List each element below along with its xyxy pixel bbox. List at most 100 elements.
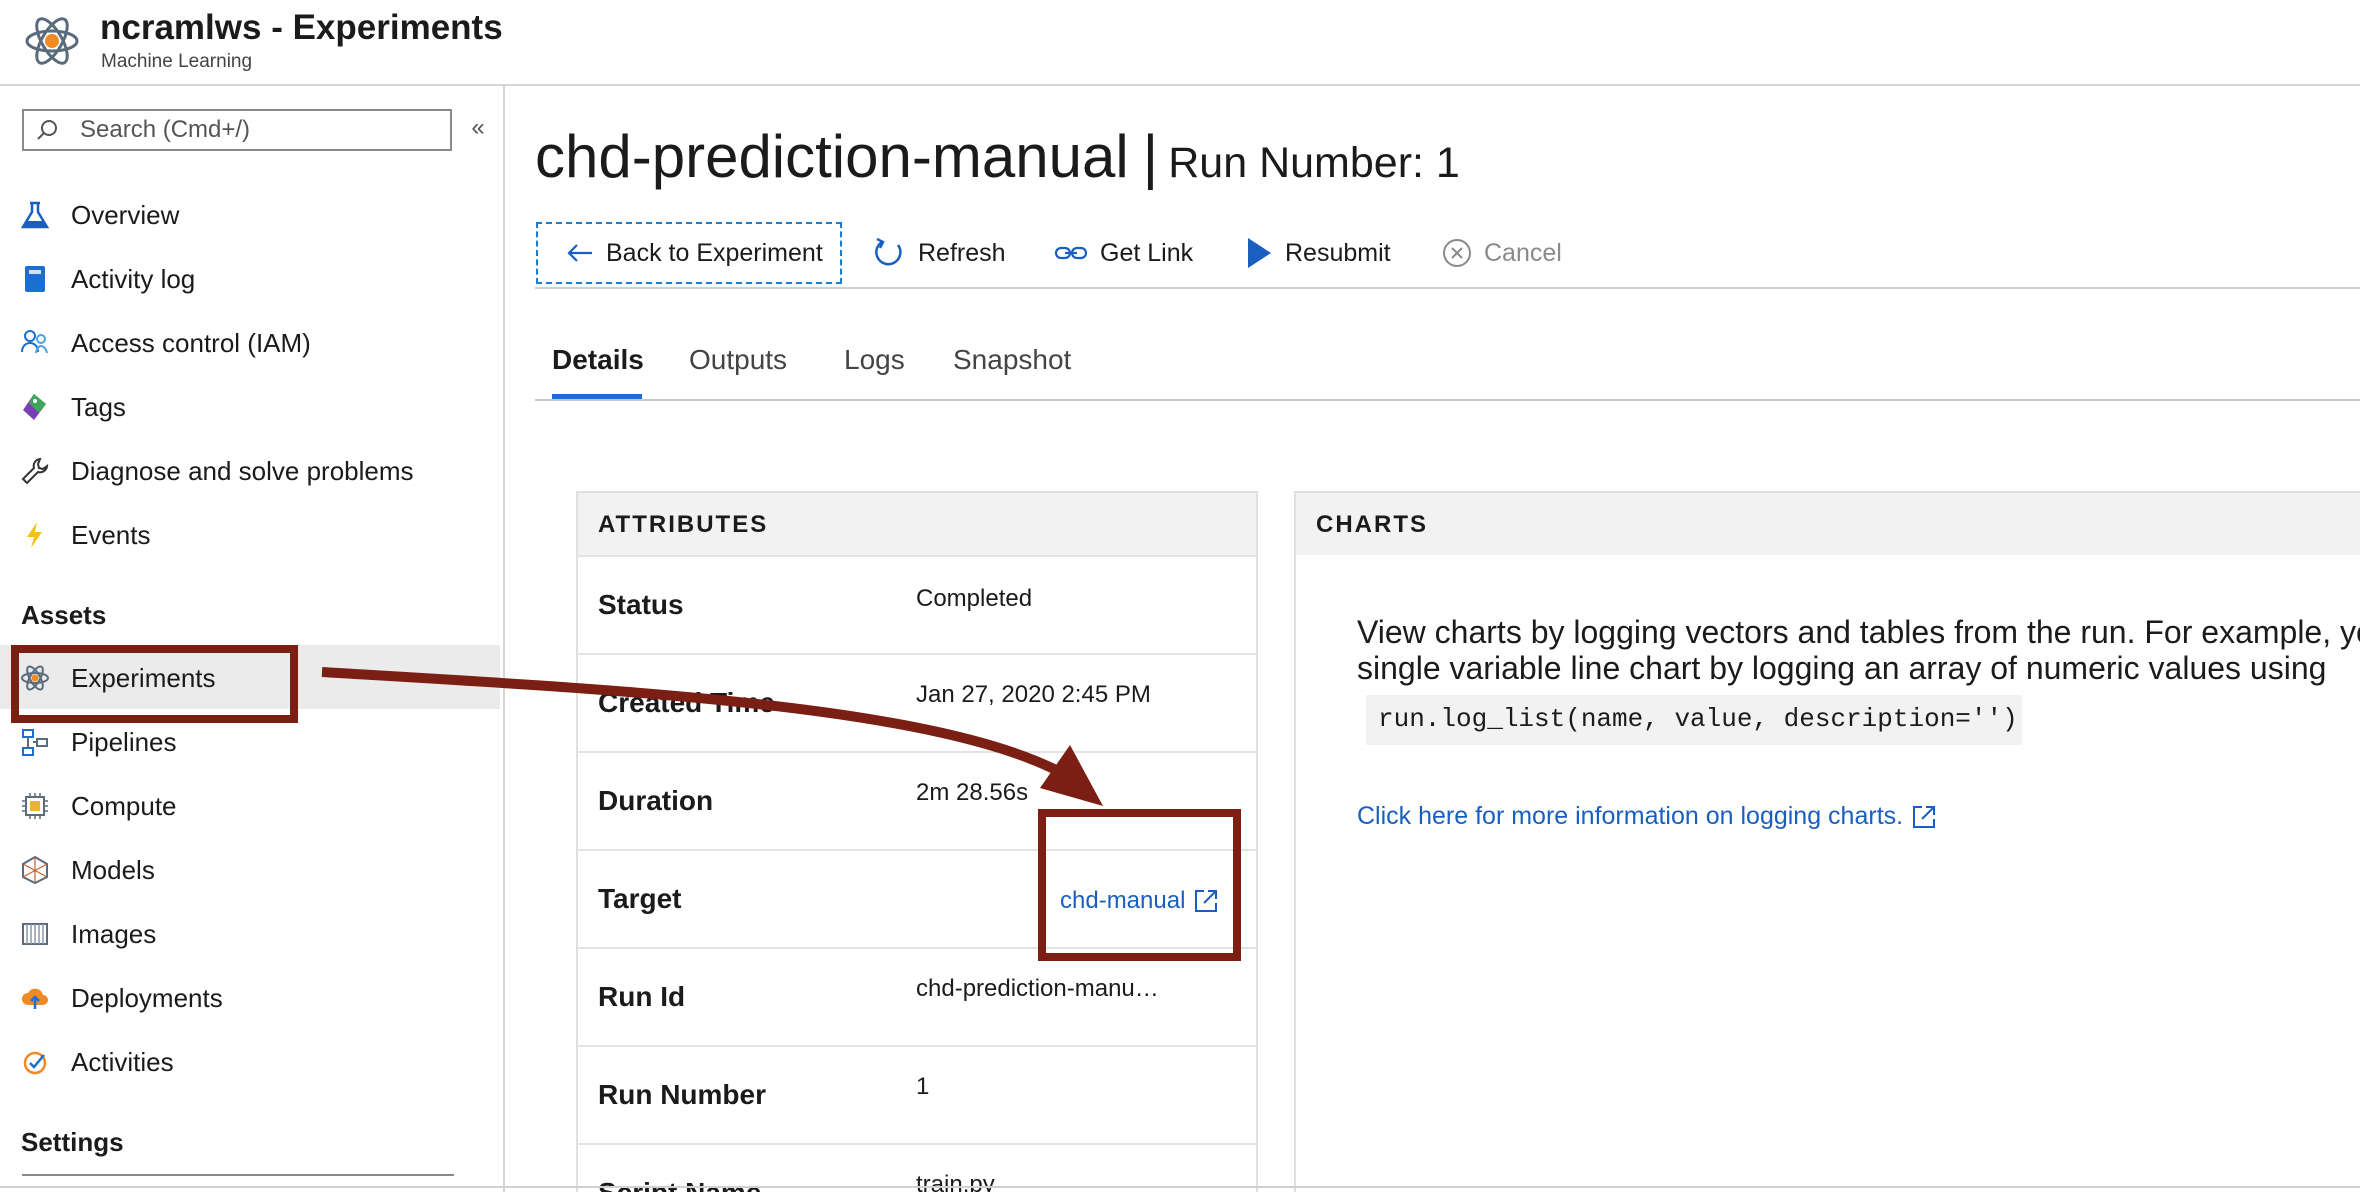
attribute-value: train.py <box>916 1171 995 1192</box>
charts-description-line: View charts by logging vectors and table… <box>1357 614 2360 650</box>
assets-heading: Assets <box>21 600 107 630</box>
attribute-row-created-time: Created Time Jan 27, 2020 2:45 PM <box>578 653 1256 751</box>
back-button-label: Back to Experiment <box>606 238 823 267</box>
attribute-value: Jan 27, 2020 2:45 PM <box>916 681 1151 708</box>
app-subtitle: Machine Learning <box>101 51 253 72</box>
sidebar-item-images[interactable]: Images <box>0 901 500 965</box>
chip-icon <box>22 793 48 819</box>
refresh-button[interactable]: Refresh <box>872 222 1006 284</box>
wrench-icon <box>21 457 49 485</box>
experiment-name: chd-prediction-manual <box>535 123 1129 190</box>
settings-heading: Settings <box>21 1127 124 1157</box>
link-icon <box>1054 246 1088 260</box>
sidebar-item-label: Events <box>71 520 151 550</box>
cancel-button[interactable]: Cancel <box>1442 222 1562 284</box>
refresh-button-label: Refresh <box>918 238 1006 267</box>
attribute-key: Target <box>598 883 682 914</box>
atom-icon <box>25 17 79 65</box>
people-icon <box>21 330 48 354</box>
sidebar-item-label: Deployments <box>71 983 223 1013</box>
sidebar-item-deployments[interactable]: Deployments <box>0 965 500 1029</box>
cloud-upload-icon <box>22 988 48 1009</box>
search-input[interactable] <box>80 116 430 144</box>
charts-heading: CHARTS <box>1316 511 1428 538</box>
attribute-key: Created Time <box>598 687 775 718</box>
attributes-heading: ATTRIBUTES <box>598 511 769 538</box>
tag-icon <box>23 394 46 420</box>
code-snippet-text: run.log_list(name, value, description=''… <box>1378 704 2018 734</box>
charts-description-line: single variable line chart by logging an… <box>1357 650 2327 686</box>
search-box[interactable] <box>22 109 452 151</box>
attribute-row-run-id: Run Id chd-prediction-manu… <box>578 947 1256 1045</box>
attribute-key: Run Id <box>598 981 686 1012</box>
attribute-key: Status <box>598 589 684 620</box>
tab-details[interactable]: Details <box>552 344 644 376</box>
sidebar-item-label: Models <box>71 855 155 885</box>
sidebar-item-label: Pipelines <box>71 727 177 757</box>
tab-logs[interactable]: Logs <box>844 344 905 376</box>
sidebar-item-label: Images <box>71 919 157 949</box>
tab-outputs[interactable]: Outputs <box>689 344 787 376</box>
cancel-button-label: Cancel <box>1484 238 1562 267</box>
attribute-key: Run Number <box>598 1079 766 1110</box>
get-link-button[interactable]: Get Link <box>1054 222 1193 284</box>
collapse-sidebar-button[interactable]: « <box>466 116 490 140</box>
charts-description: View charts by logging vectors and table… <box>1357 614 2360 686</box>
sidebar-item-label: Overview <box>71 200 180 230</box>
top-header: ncramlws - Experiments Machine Learning <box>0 0 2360 86</box>
play-icon <box>1248 238 1271 268</box>
sidebar-item-tags[interactable]: Tags <box>0 374 500 438</box>
get-link-button-label: Get Link <box>1100 238 1194 267</box>
attribute-key: Script Name <box>598 1177 761 1192</box>
charts-card: CHARTS View charts by logging vectors an… <box>1294 491 2360 1192</box>
model-icon <box>22 855 48 885</box>
sidebar-item-access-control[interactable]: Access control (IAM) <box>0 310 500 374</box>
images-icon <box>22 923 48 945</box>
attribute-key: Duration <box>598 785 714 816</box>
attribute-row-run-number: Run Number 1 <box>578 1045 1256 1143</box>
refresh-icon <box>875 237 902 266</box>
resubmit-button[interactable]: Resubmit <box>1245 222 1391 284</box>
cancel-icon <box>1443 239 1471 267</box>
page-title: chd-prediction-manual | Run Number: 1 <box>535 122 1460 191</box>
sidebar-item-models[interactable]: Models <box>0 837 500 901</box>
sidebar-item-activity-log[interactable]: Activity log <box>0 246 500 310</box>
sidebar-item-label: Compute <box>71 791 177 821</box>
annotation-highlight-target <box>1038 809 1241 961</box>
attribute-row-status: Status Completed <box>578 555 1256 653</box>
resubmit-button-label: Resubmit <box>1285 238 1391 267</box>
external-link-icon <box>1913 805 1936 828</box>
search-icon <box>37 120 57 140</box>
sidebar-item-label: Access control (IAM) <box>71 328 311 358</box>
attribute-value: 1 <box>916 1073 930 1100</box>
tab-snapshot[interactable]: Snapshot <box>953 344 1071 376</box>
attribute-value: chd-prediction-manu… <box>916 975 1159 1002</box>
sidebar-item-events[interactable]: Events <box>0 502 500 566</box>
sidebar-item-overview[interactable]: Overview <box>0 182 500 246</box>
attribute-row-script-name: Script Name train.py <box>578 1143 1256 1192</box>
sidebar-item-activities[interactable]: Activities <box>0 1029 500 1093</box>
bottom-divider <box>0 1186 2360 1188</box>
annotation-highlight-experiments <box>11 645 298 723</box>
sidebar-item-label: Diagnose and solve problems <box>71 456 414 486</box>
attribute-value: Completed <box>916 585 1033 612</box>
sidebar-item-compute[interactable]: Compute <box>0 773 500 837</box>
sidebar-item-diagnose[interactable]: Diagnose and solve problems <box>0 438 500 502</box>
sidebar: « Overview Activity log Access control (… <box>0 86 505 1192</box>
flask-icon <box>20 201 50 229</box>
charts-card-header: CHARTS <box>1296 493 2360 555</box>
tabs-divider <box>535 399 2360 401</box>
sidebar-divider <box>22 1174 454 1176</box>
arrow-left-icon <box>567 244 592 262</box>
logging-charts-link-label: Click here for more information on loggi… <box>1357 802 1904 830</box>
lightning-icon <box>27 522 42 548</box>
logging-charts-link[interactable]: Click here for more information on loggi… <box>1357 802 1937 831</box>
back-to-experiment-button[interactable]: Back to Experiment <box>536 222 842 284</box>
attribute-value: 2m 28.56s <box>916 779 1029 806</box>
sidebar-item-label: Activity log <box>71 264 196 294</box>
log-book-icon <box>25 266 45 292</box>
app-title: ncramlws - Experiments <box>100 8 503 47</box>
sidebar-item-label: Activities <box>71 1047 174 1077</box>
toolbar-divider <box>535 287 2360 289</box>
code-snippet: run.log_list(name, value, description=''… <box>1366 695 2022 745</box>
